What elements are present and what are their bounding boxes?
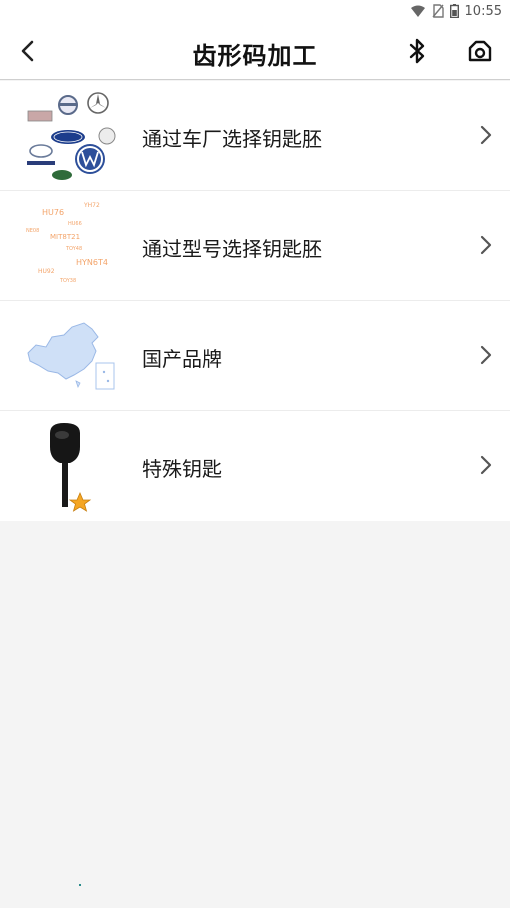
model-code-text: HYN6T4 [76, 258, 108, 267]
menu-item-special-keys[interactable]: 特殊钥匙 [0, 411, 510, 521]
menu-item-by-model[interactable]: HU76 YH72 HU66 MIT8T21 NE08 TOY48 HYN6T4… [0, 191, 510, 301]
menu-item-by-manufacturer[interactable]: 通过车厂选择钥匙胚 [0, 81, 510, 191]
model-code-text: MIT8T21 [50, 233, 80, 241]
model-code-text: NE08 [26, 228, 39, 234]
decorative-dot [79, 884, 81, 886]
page-title: 齿形码加工 [192, 42, 318, 70]
model-code-text: HU66 [68, 221, 82, 227]
model-code-text: TOY38 [59, 278, 76, 284]
chevron-right-icon [480, 125, 492, 145]
app-header: 齿形码加工 [0, 22, 510, 80]
status-bar: 10:55 [0, 0, 510, 22]
china-map-icon [22, 309, 116, 403]
model-code-text: YH72 [83, 202, 100, 209]
bluetooth-icon [409, 38, 425, 64]
menu-item-label: 国产品牌 [142, 347, 222, 371]
car-brand-logos-icon [22, 89, 116, 183]
model-code-text: HU92 [38, 268, 55, 275]
wifi-icon [410, 5, 425, 17]
key-model-codes-icon: HU76 YH72 HU66 MIT8T21 NE08 TOY48 HYN6T4… [22, 199, 116, 293]
status-time: 10:55 [464, 3, 502, 19]
menu-item-label: 通过车厂选择钥匙胚 [142, 127, 322, 151]
menu-list: 通过车厂选择钥匙胚 HU76 YH72 HU66 MIT8T21 NE08 TO… [0, 81, 510, 521]
menu-item-label: 特殊钥匙 [142, 457, 222, 481]
model-code-text: TOY48 [65, 246, 82, 252]
model-code-text: HU76 [42, 208, 64, 217]
chevron-right-icon [480, 235, 492, 255]
bluetooth-button[interactable] [402, 36, 432, 66]
camera-button[interactable] [465, 36, 495, 66]
menu-item-domestic-brands[interactable]: 国产品牌 [0, 301, 510, 411]
battery-icon [449, 4, 459, 18]
camera-icon [468, 40, 492, 62]
chevron-right-icon [480, 455, 492, 475]
chevron-right-icon [480, 345, 492, 365]
no-sim-icon [431, 4, 444, 18]
menu-item-label: 通过型号选择钥匙胚 [142, 237, 322, 261]
special-key-star-icon [22, 419, 116, 513]
